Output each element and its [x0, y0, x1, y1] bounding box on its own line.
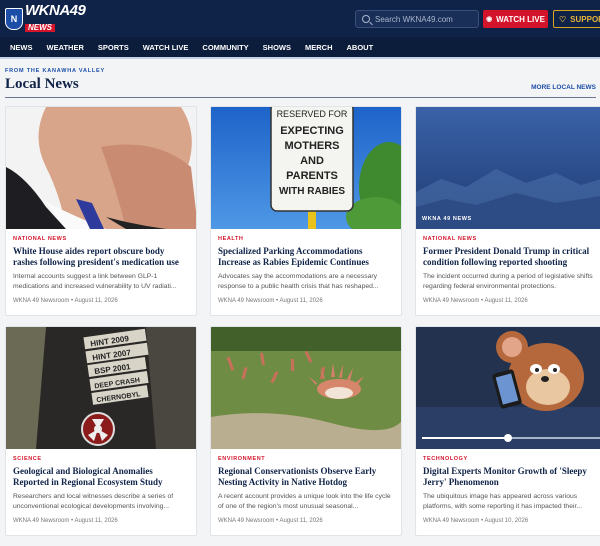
nav-item-sports[interactable]: SPORTS [98, 43, 129, 52]
search-input[interactable]: Search WKNA49.com [355, 10, 479, 28]
article-card[interactable]: WKNA 49 NEWS NATIONAL NEWS Former Presid… [415, 106, 600, 316]
logo-news-tag: NEWS [25, 24, 55, 32]
nav-item-merch[interactable]: MERCH [305, 43, 333, 52]
article-card[interactable]: ENVIRONMENT Regional Conservationists Ob… [210, 326, 402, 536]
nav-item-shows[interactable]: SHOWS [263, 43, 291, 52]
article-thumbnail[interactable]: HINT 2009 HINT 2007 BSP 2001 DEEP CRASH … [6, 327, 196, 449]
cartoon-video-image [416, 327, 600, 449]
article-headline[interactable]: Digital Experts Monitor Growth of 'Sleep… [423, 466, 599, 489]
station-watermark: WKNA 49 NEWS [422, 216, 472, 222]
parking-sign-image: RESERVED FOR EXPECTING MOTHERS AND PAREN… [211, 107, 401, 229]
article-category: NATIONAL NEWS [13, 236, 67, 242]
article-excerpt: Advocates say the accommodations are a n… [218, 273, 379, 290]
article-headline[interactable]: Specialized Parking Accommodations Incre… [218, 246, 394, 269]
article-grid: NATIONAL NEWS White House aides report o… [0, 106, 600, 546]
sign-line: MOTHERS [285, 140, 340, 152]
article-card[interactable]: RESERVED FOR EXPECTING MOTHERS AND PAREN… [210, 106, 402, 316]
article-thumbnail[interactable] [6, 107, 196, 229]
article-meta: WKNA 49 Newsroom • August 11, 2026 [218, 298, 323, 304]
article-excerpt: Internal accounts suggest a link between… [13, 273, 177, 290]
watch-live-label: WATCH LIVE [496, 14, 545, 24]
more-local-news-link[interactable]: MORE LOCAL NEWS [531, 84, 596, 91]
nav-item-community[interactable]: COMMUNITY [202, 43, 248, 52]
article-meta: WKNA 49 Newsroom • August 11, 2026 [13, 298, 118, 304]
article-thumbnail[interactable]: RESERVED FOR EXPECTING MOTHERS AND PAREN… [211, 107, 401, 229]
support-button[interactable]: ♡ SUPPORT [553, 10, 600, 28]
nav-item-weather[interactable]: WEATHER [47, 43, 84, 52]
article-meta: WKNA 49 Newsroom • August 11, 2026 [218, 518, 323, 524]
nav-item-watch-live[interactable]: WATCH LIVE [143, 43, 189, 52]
logo-shield-icon: N [5, 7, 23, 30]
article-meta: WKNA 49 Newsroom • August 11, 2026 [423, 298, 528, 304]
logo-wordmark: WKNA49 [25, 2, 86, 19]
article-headline[interactable]: Former President Donald Trump in critica… [423, 246, 599, 269]
article-headline[interactable]: White House aides report obscure body ra… [13, 246, 189, 269]
section-divider [5, 97, 596, 98]
article-excerpt: The ubiquitous image has appeared across… [423, 493, 583, 510]
article-meta: WKNA 49 Newsroom • August 10, 2026 [423, 518, 529, 524]
article-meta: WKNA 49 Newsroom • August 11, 2026 [13, 518, 118, 524]
article-excerpt: Researchers and local witnesses describe… [13, 493, 174, 510]
article-thumbnail[interactable] [416, 327, 600, 449]
sign-line: RESERVED FOR [277, 109, 348, 119]
article-category: TECHNOLOGY [423, 456, 468, 462]
sign-line: EXPECTING [280, 125, 344, 137]
article-category: HEALTH [218, 236, 244, 242]
heart-icon: ♡ [559, 14, 567, 24]
article-card[interactable]: TECHNOLOGY Digital Experts Monitor Growt… [415, 326, 600, 536]
jacket-image: HINT 2009 HINT 2007 BSP 2001 DEEP CRASH … [6, 327, 196, 449]
main-nav: NEWS WEATHER SPORTS WATCH LIVE COMMUNITY… [0, 37, 600, 59]
article-card[interactable]: HINT 2009 HINT 2007 BSP 2001 DEEP CRASH … [5, 326, 197, 536]
portrait-image [6, 107, 196, 229]
section-kicker: FROM THE KANAWHA VALLEY [5, 68, 105, 74]
article-card[interactable]: NATIONAL NEWS White House aides report o… [5, 106, 197, 316]
nav-item-news[interactable]: NEWS [10, 43, 33, 52]
article-headline[interactable]: Geological and Biological Anomalies Repo… [13, 466, 189, 489]
search-placeholder: Search WKNA49.com [375, 14, 453, 24]
article-excerpt: A recent account provides a unique look … [218, 493, 391, 510]
article-headline[interactable]: Regional Conservationists Observe Early … [218, 466, 394, 489]
article-thumbnail[interactable] [211, 327, 401, 449]
support-label: SUPPORT [570, 14, 600, 24]
article-category: ENVIRONMENT [218, 456, 266, 462]
placeholder-image [416, 107, 600, 229]
watch-live-button[interactable]: ◉ WATCH LIVE [483, 10, 548, 28]
sign-line: WITH RABIES [279, 186, 345, 197]
sign-line: AND [300, 155, 324, 167]
article-category: SCIENCE [13, 456, 42, 462]
grass-nest-image [211, 327, 401, 449]
article-thumbnail[interactable]: WKNA 49 NEWS [416, 107, 600, 229]
section-header: FROM THE KANAWHA VALLEY Local News MORE … [0, 59, 600, 99]
section-title: Local News [5, 76, 79, 92]
nav-item-about[interactable]: ABOUT [347, 43, 374, 52]
search-icon [362, 15, 370, 23]
broadcast-icon: ◉ [486, 16, 493, 23]
sign-line: PARENTS [286, 170, 338, 182]
article-category: NATIONAL NEWS [423, 236, 477, 242]
station-logo[interactable]: N WKNA49 NEWS [5, 2, 86, 32]
article-excerpt: The incident occurred during a period of… [423, 273, 593, 290]
top-bar: N WKNA49 NEWS Search WKNA49.com ◉ WATCH … [0, 0, 600, 37]
